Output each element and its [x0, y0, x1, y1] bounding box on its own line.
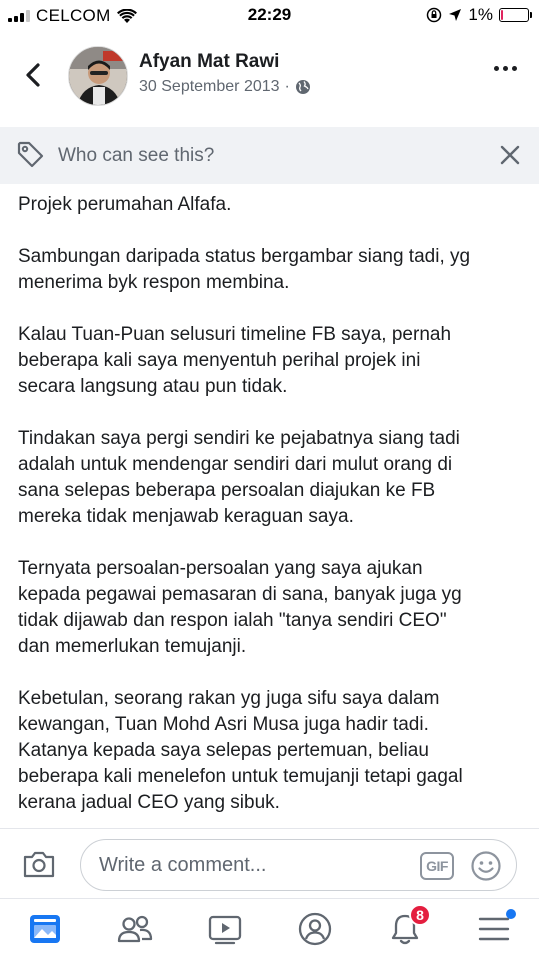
- emoji-icon[interactable]: [470, 850, 502, 882]
- post-paragraph: Ternyata persoalan-persoalan yang saya a…: [18, 558, 462, 657]
- status-bar: CELCOM 22:29 1%: [0, 0, 539, 32]
- nav-watch[interactable]: [205, 911, 245, 947]
- post-body: Projek perumahan Alfafa. Sambungan darip…: [18, 192, 523, 816]
- chevron-left-icon: [26, 63, 40, 87]
- author-avatar[interactable]: [68, 46, 128, 106]
- more-dot: [503, 66, 508, 71]
- close-icon[interactable]: [499, 144, 521, 166]
- globe-icon[interactable]: [295, 79, 311, 95]
- post-paragraph: Sambungan daripada status bergambar sian…: [18, 246, 471, 293]
- status-right: 1%: [426, 5, 532, 25]
- nav-menu[interactable]: [474, 909, 516, 947]
- nav-notifications[interactable]: 8: [385, 904, 431, 947]
- post-paragraph: Kalau Tuan-Puan selusuri timeline FB say…: [18, 324, 452, 397]
- meta-separator: ·: [284, 78, 290, 95]
- author-name[interactable]: Afyan Mat Rawi: [139, 51, 279, 73]
- watch-icon: [208, 915, 242, 945]
- privacy-label: Who can see this?: [58, 145, 215, 166]
- battery-level: [501, 10, 503, 20]
- camera-icon[interactable]: [22, 849, 56, 879]
- post-paragraph: Projek perumahan Alfafa.: [18, 194, 232, 215]
- more-dot: [512, 66, 517, 71]
- post-paragraph: Tindakan saya pergi sendiri ke pejabatny…: [18, 428, 460, 527]
- gif-button[interactable]: GIF: [420, 852, 454, 880]
- post-meta: 30 September 2013 ·: [139, 78, 311, 96]
- more-options-button[interactable]: [494, 66, 517, 71]
- battery-icon: [499, 8, 532, 22]
- nav-friends[interactable]: [115, 911, 155, 947]
- more-dot: [494, 66, 499, 71]
- nav-news-feed[interactable]: [25, 911, 65, 947]
- avatar-photo: [69, 47, 127, 105]
- post-header: Afyan Mat Rawi 30 September 2013 ·: [0, 38, 539, 116]
- post-paragraph: Kebetulan, seorang rakan yg juga sifu sa…: [18, 688, 463, 813]
- location-arrow-icon: [449, 9, 462, 21]
- notification-badge: 8: [409, 904, 431, 926]
- tag-icon: [17, 141, 44, 168]
- comment-placeholder: Write a comment...: [99, 854, 267, 876]
- comment-bar: Write a comment... GIF: [0, 828, 539, 898]
- menu-icon: [478, 917, 510, 941]
- menu-indicator-dot: [506, 909, 516, 919]
- post-date[interactable]: 30 September 2013: [139, 78, 280, 96]
- comment-input[interactable]: Write a comment... GIF: [80, 839, 517, 891]
- battery-percent: 1%: [468, 5, 493, 24]
- privacy-bar[interactable]: Who can see this?: [0, 127, 539, 184]
- orientation-lock-icon: [427, 7, 442, 23]
- friends-icon: [117, 915, 153, 943]
- back-button[interactable]: [18, 60, 48, 90]
- news-feed-icon: [30, 915, 60, 943]
- nav-profile[interactable]: [295, 911, 335, 947]
- profile-icon: [298, 912, 332, 946]
- bottom-navigation: 8: [0, 898, 539, 960]
